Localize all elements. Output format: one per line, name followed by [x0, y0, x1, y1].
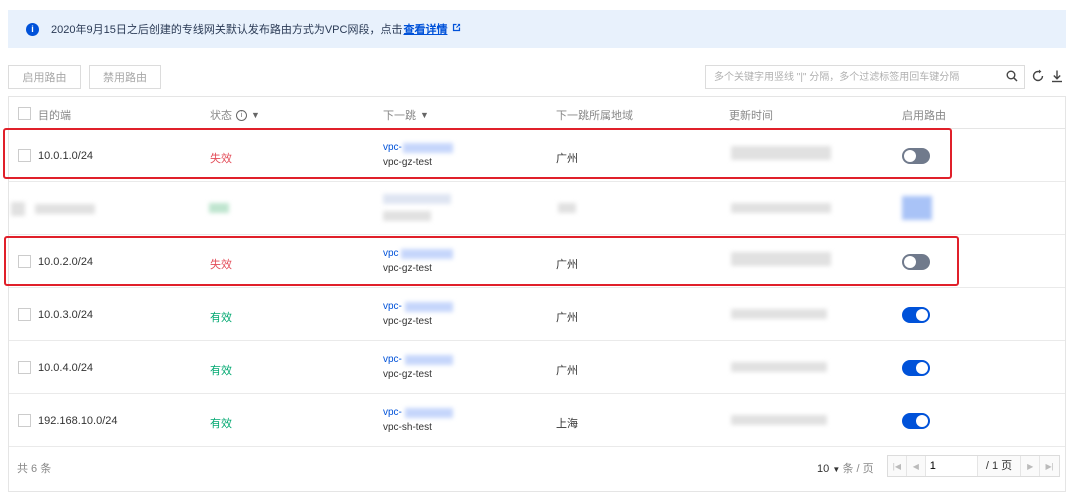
nexthop-id-link[interactable]: vpc-: [383, 142, 402, 153]
redacted-nexthop-id: [405, 302, 453, 312]
route-enable-toggle[interactable]: [902, 360, 930, 376]
region-cell: 广州: [556, 365, 578, 377]
status-cell: 失效: [210, 259, 232, 271]
nexthop-name: vpc-gz-test: [383, 369, 432, 380]
page-number-input[interactable]: [925, 456, 978, 476]
notice-text: 2020年9月15日之后创建的专线网关默认发布路由方式为VPC网段，点击: [51, 24, 403, 36]
region-cell: 广州: [556, 153, 578, 165]
row-checkbox[interactable]: [18, 255, 31, 268]
row-checkbox[interactable]: [18, 361, 31, 374]
table-row: 10.0.3.0/24 有效 vpc- vpc-gz-test 广州: [9, 288, 1065, 341]
redacted-nexthop-id: [403, 143, 453, 153]
page-size-select[interactable]: 10 ▼ 条 / 页: [817, 460, 874, 476]
status-cell: 有效: [210, 418, 232, 430]
redacted-nexthop-name: [383, 211, 431, 221]
header-dest: 目的端: [38, 110, 71, 122]
dest-cell: 10.0.4.0/24: [38, 362, 94, 374]
external-link-icon[interactable]: [452, 23, 461, 35]
table-row: 10.0.2.0/24 失效 vpc vpc-gz-test 广州: [9, 235, 1065, 288]
redacted-dest: [35, 204, 95, 214]
table-header: 目的端 状态 i ▼ 下一跳 ▼ 下一跳所属地域 更新时间 启用路由: [9, 97, 1065, 129]
prev-page-icon[interactable]: ◀: [907, 456, 926, 476]
refresh-icon[interactable]: [1031, 69, 1045, 83]
header-nexthop: 下一跳 ▼: [383, 110, 429, 122]
enable-route-button[interactable]: 启用路由: [8, 65, 81, 89]
row-checkbox[interactable]: [18, 308, 31, 321]
redacted-nexthop-id: [383, 194, 451, 204]
notice-banner: i 2020年9月15日之后创建的专线网关默认发布路由方式为VPC网段，点击 查…: [8, 10, 1066, 48]
search-icon[interactable]: [1006, 70, 1018, 82]
page-size-unit: 条 / 页: [842, 463, 874, 475]
redacted-update-time: [731, 203, 831, 213]
route-table: 目的端 状态 i ▼ 下一跳 ▼ 下一跳所属地域 更新时间 启用路由 10.0.…: [8, 96, 1066, 492]
row-checkbox[interactable]: [18, 414, 31, 427]
header-updated: 更新时间: [729, 110, 773, 122]
search-box: [705, 65, 1025, 89]
nexthop-id-link[interactable]: vpc-: [383, 354, 402, 365]
table-row: 10.0.1.0/24 失效 vpc- vpc-gz-test 广州: [9, 129, 1065, 182]
chevron-down-icon: ▼: [832, 465, 843, 474]
route-enable-toggle[interactable]: [902, 413, 930, 429]
status-filter-icon[interactable]: ▼: [251, 110, 260, 120]
search-input[interactable]: [706, 66, 986, 88]
redacted-update-time: [731, 309, 827, 319]
nexthop-name: vpc-gz-test: [383, 316, 432, 327]
pagination: |◀ ◀ / 1 页 ▶ ▶|: [887, 455, 1060, 477]
redacted-region: [558, 203, 576, 213]
route-enable-toggle[interactable]: [902, 254, 930, 270]
redacted-update-time: [731, 146, 831, 160]
dest-cell: 10.0.1.0/24: [38, 150, 94, 162]
redacted-checkbox: [11, 202, 25, 216]
row-checkbox[interactable]: [18, 149, 31, 162]
route-enable-toggle[interactable]: [902, 307, 930, 323]
nexthop-name: vpc-gz-test: [383, 263, 432, 274]
header-enabled: 启用路由: [902, 110, 946, 122]
status-cell: 有效: [210, 365, 232, 377]
route-enable-toggle[interactable]: [902, 148, 930, 164]
table-row: 192.168.10.0/24 有效 vpc- vpc-sh-test 上海: [9, 394, 1065, 447]
nexthop-id-link[interactable]: vpc-: [383, 407, 402, 418]
region-cell: 广州: [556, 259, 578, 271]
table-footer: 共 6 条 10 ▼ 条 / 页 |◀ ◀ / 1 页 ▶ ▶|: [9, 447, 1065, 491]
table-row: 10.0.4.0/24 有效 vpc- vpc-gz-test 广州: [9, 341, 1065, 394]
redacted-update-time: [731, 362, 827, 372]
header-region: 下一跳所属地域: [556, 110, 633, 122]
first-page-icon[interactable]: |◀: [888, 456, 907, 476]
nexthop-name: vpc-sh-test: [383, 422, 432, 433]
table-row: [9, 182, 1065, 235]
last-page-icon[interactable]: ▶|: [1040, 456, 1059, 476]
nexthop-id-link[interactable]: vpc-: [383, 301, 402, 312]
nexthop-name: vpc-gz-test: [383, 157, 432, 168]
redacted-update-time: [731, 415, 827, 425]
dest-cell: 192.168.10.0/24: [38, 415, 118, 427]
region-cell: 广州: [556, 312, 578, 324]
redacted-nexthop-id: [401, 249, 453, 259]
redacted-nexthop-id: [405, 355, 453, 365]
total-count: 共 6 条: [17, 463, 52, 475]
view-details-link[interactable]: 查看详情: [403, 21, 447, 37]
download-icon[interactable]: [1050, 69, 1064, 83]
page-size-value: 10: [817, 463, 830, 475]
status-cell: 失效: [210, 153, 232, 165]
dest-cell: 10.0.3.0/24: [38, 309, 94, 321]
select-all-checkbox[interactable]: [18, 107, 31, 120]
status-cell: 有效: [210, 312, 232, 324]
nexthop-id-link[interactable]: vpc: [383, 248, 399, 259]
next-page-icon[interactable]: ▶: [1021, 456, 1041, 476]
redacted-update-time: [731, 252, 831, 266]
region-cell: 上海: [556, 418, 578, 430]
header-status: 状态 i ▼: [210, 109, 260, 122]
redacted-nexthop-id: [405, 408, 453, 418]
redacted-toggle: [902, 196, 932, 220]
dest-cell: 10.0.2.0/24: [38, 256, 94, 268]
info-icon: i: [26, 22, 39, 36]
page-count: / 1 页: [978, 456, 1022, 476]
nexthop-filter-icon[interactable]: ▼: [420, 110, 429, 120]
disable-route-button[interactable]: 禁用路由: [89, 65, 161, 89]
redacted-status: [209, 203, 229, 213]
status-info-icon[interactable]: i: [236, 109, 247, 121]
